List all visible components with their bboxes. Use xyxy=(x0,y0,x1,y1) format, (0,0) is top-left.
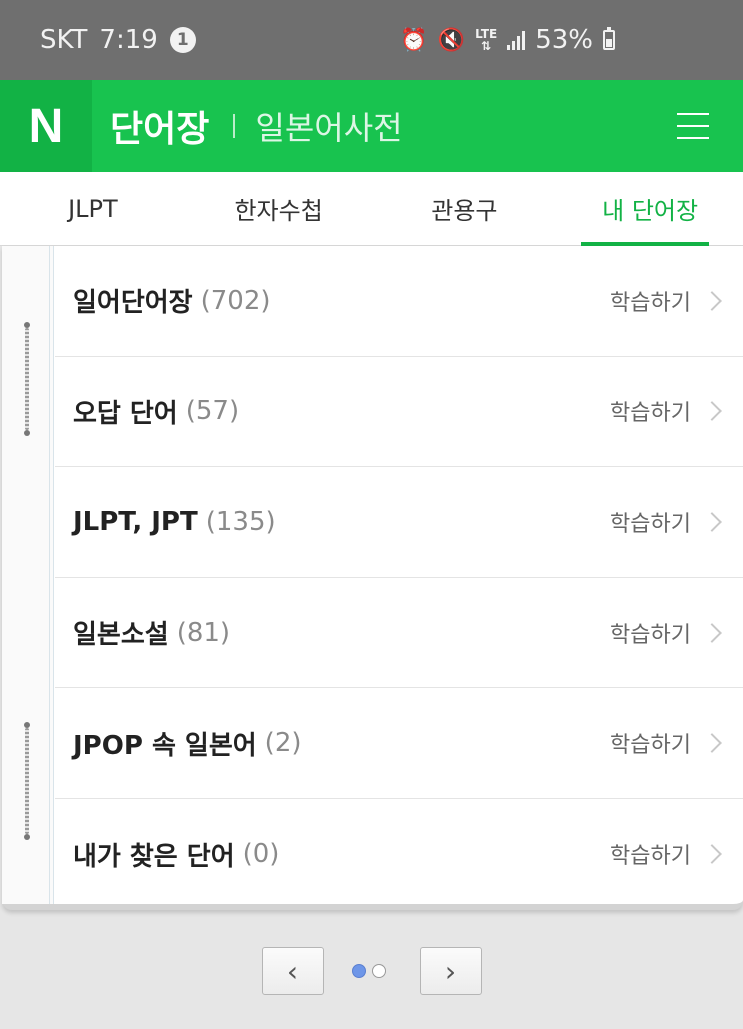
prev-page-button[interactable]: ‹ xyxy=(261,947,324,995)
list-item[interactable]: JPOP 속 일본어 (2) 학습하기 xyxy=(55,688,743,799)
list-item[interactable]: 일본소설 (81) 학습하기 xyxy=(55,578,743,689)
wordbook-name[interactable]: 일어단어장 xyxy=(73,282,193,319)
study-button[interactable]: 학습하기 xyxy=(610,727,725,759)
tab-idioms[interactable]: 관용구 xyxy=(372,172,558,245)
wordbook-count: (81) xyxy=(176,617,231,648)
clock: 7:19 xyxy=(99,25,158,55)
tab-my-wordbook[interactable]: 내 단어장 xyxy=(557,172,743,246)
wordbook-count: (135) xyxy=(205,506,276,537)
page-indicator xyxy=(351,964,386,978)
chevron-right-icon xyxy=(702,733,722,754)
wordbook-count: (0) xyxy=(242,839,280,870)
alarm-icon: ⏰ xyxy=(400,27,428,53)
status-right: ⏰ 🔇 LTE ⇅ 53% xyxy=(400,25,615,55)
notification-count-badge: 1 xyxy=(169,27,196,53)
notebook-spine xyxy=(2,246,54,904)
wordbook-name[interactable]: 내가 찾은 단어 xyxy=(73,836,235,873)
lte-icon: LTE ⇅ xyxy=(475,28,497,52)
study-button[interactable]: 학습하기 xyxy=(610,617,725,649)
status-bar: SKT 7:19 1 ⏰ 🔇 LTE ⇅ 53% xyxy=(0,0,743,80)
tab-kanji-notebook[interactable]: 한자수첩 xyxy=(186,172,372,245)
wordbook-count: (2) xyxy=(264,728,302,759)
vibrate-mute-icon: 🔇 xyxy=(437,27,466,53)
list-item[interactable]: JLPT, JPT (135) 학습하기 xyxy=(55,467,743,578)
data-arrows-icon: ⇅ xyxy=(481,39,492,53)
study-button-label: 학습하기 xyxy=(610,511,691,537)
study-button-label: 학습하기 xyxy=(610,622,691,648)
wordbook-name[interactable]: 일본소설 xyxy=(73,614,169,651)
signal-icon xyxy=(507,30,526,50)
list-item[interactable]: 일어단어장 (702) 학습하기 xyxy=(55,246,743,357)
page-dot xyxy=(371,964,386,978)
chevron-right-icon xyxy=(702,844,722,865)
list-item[interactable]: 내가 찾은 단어 (0) 학습하기 xyxy=(55,799,743,910)
tab-jlpt[interactable]: JLPT xyxy=(0,172,186,245)
wordbook-name[interactable]: 오답 단어 xyxy=(73,393,178,430)
wordbook-card: 일어단어장 (702) 학습하기 오답 단어 (57) 학습하기 JLPT, J… xyxy=(2,246,743,910)
chevron-right-icon: › xyxy=(444,954,457,988)
wordbook-count: (57) xyxy=(185,396,240,427)
chevron-right-icon xyxy=(702,290,722,311)
study-button-label: 학습하기 xyxy=(610,401,691,427)
binder-ring xyxy=(24,722,30,840)
chevron-right-icon xyxy=(702,622,722,643)
pager: ‹ › xyxy=(0,946,743,996)
hamburger-menu-icon[interactable] xyxy=(677,113,709,139)
carrier-label: SKT xyxy=(40,25,88,55)
dictionary-link[interactable]: 일본어사전 xyxy=(255,103,402,149)
battery-percent: 53% xyxy=(535,25,593,55)
wordbook-count: (702) xyxy=(200,285,271,316)
battery-icon xyxy=(603,27,615,50)
chevron-right-icon xyxy=(702,512,722,532)
page-dot-active xyxy=(351,964,366,978)
page-title[interactable]: 단어장 xyxy=(110,100,209,152)
study-button[interactable]: 학습하기 xyxy=(610,285,725,317)
header-divider xyxy=(233,114,236,138)
study-button[interactable]: 학습하기 xyxy=(610,395,725,427)
status-left: SKT 7:19 1 xyxy=(40,25,196,55)
study-button-label: 학습하기 xyxy=(610,844,691,870)
wordbook-list: 일어단어장 (702) 학습하기 오답 단어 (57) 학습하기 JLPT, J… xyxy=(55,246,743,910)
study-button[interactable]: 학습하기 xyxy=(610,838,725,870)
study-button-label: 학습하기 xyxy=(610,290,691,316)
app-header: N 단어장 일본어사전 xyxy=(0,80,743,172)
tab-bar: JLPT 한자수첩 관용구 내 단어장 xyxy=(0,172,743,246)
naver-logo[interactable]: N xyxy=(0,80,92,172)
chevron-right-icon xyxy=(702,401,722,422)
next-page-button[interactable]: › xyxy=(419,947,482,995)
wordbook-name[interactable]: JLPT, JPT xyxy=(73,507,198,537)
wordbook-name[interactable]: JPOP 속 일본어 xyxy=(73,725,257,762)
study-button[interactable]: 학습하기 xyxy=(610,506,725,538)
list-item[interactable]: 오답 단어 (57) 학습하기 xyxy=(55,357,743,468)
binder-ring xyxy=(24,322,30,436)
chevron-left-icon: ‹ xyxy=(286,954,299,988)
study-button-label: 학습하기 xyxy=(610,733,691,759)
